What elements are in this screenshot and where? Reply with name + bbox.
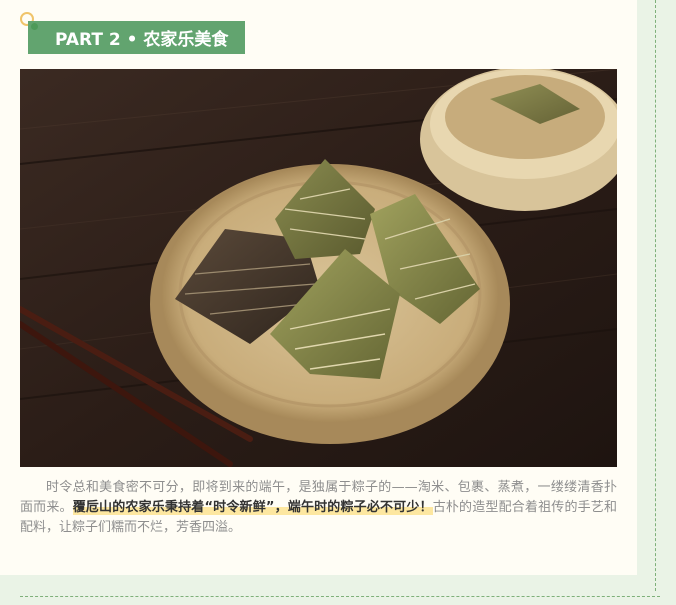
article-card: PART 2 • 农家乐美食 时令总和美食密不可分，即将到来的端午，是独属于粽子… xyxy=(0,0,637,575)
section-title: PART 2 • 农家乐美食 xyxy=(55,30,229,50)
dashed-border-right xyxy=(655,0,656,591)
dashed-border-bottom xyxy=(20,596,660,597)
dot-icon xyxy=(31,23,38,30)
zongzi-photo xyxy=(20,69,617,467)
article-paragraph: 时令总和美食密不可分，即将到来的端午，是独属于粽子的——淘米、包裹、蒸煮，一缕缕… xyxy=(20,478,617,538)
paragraph-highlight: 覆卮山的农家乐秉持着“时令新鲜”，端午时的粽子必不可少！ xyxy=(72,500,433,515)
